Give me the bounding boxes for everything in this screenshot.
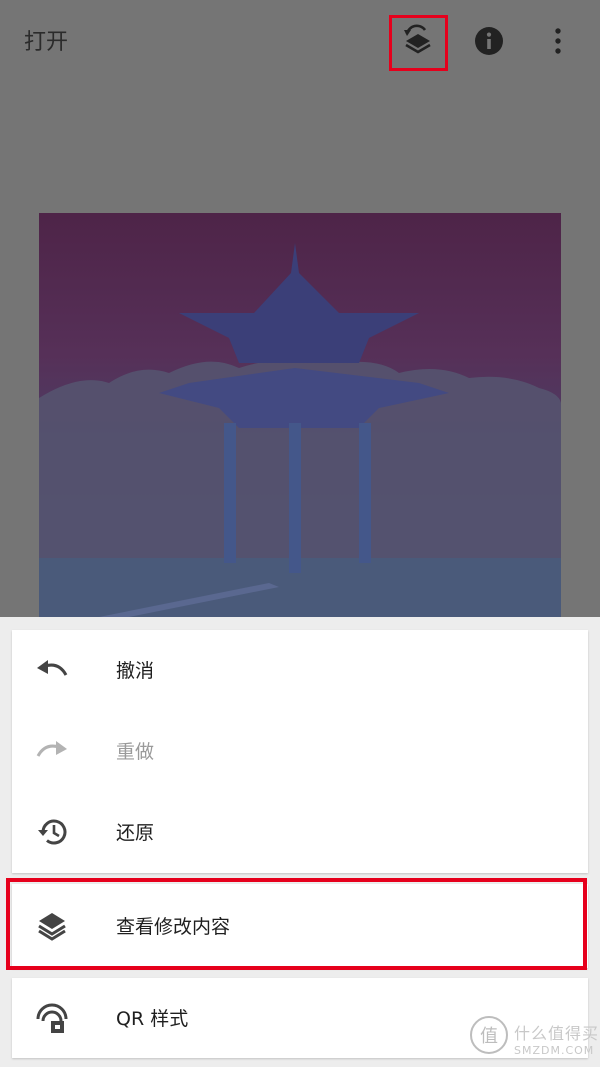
top-app-bar: 打开 (0, 0, 600, 82)
info-button[interactable] (464, 16, 514, 66)
revert-row[interactable]: 还原 (12, 792, 588, 872)
info-icon (475, 27, 503, 55)
undo-row[interactable]: 撤消 (12, 630, 588, 710)
watermark-logo-icon: 值 (470, 1016, 508, 1054)
pavilion-image (39, 243, 561, 617)
watermark-title: 什么值得买 (514, 1024, 600, 1043)
undo-icon (37, 660, 68, 676)
more-options-button[interactable] (533, 16, 583, 66)
edited-photo (39, 213, 561, 617)
qr-style-label: QR 样式 (116, 1008, 189, 1030)
highlight-box-toolbar (389, 15, 448, 71)
more-vert-icon (555, 28, 561, 54)
undo-label: 撤消 (116, 660, 155, 682)
redo-label: 重做 (116, 741, 155, 763)
open-button[interactable]: 打开 (24, 24, 68, 56)
revert-label: 还原 (116, 822, 155, 844)
watermark-subtitle: SMZDM.COM (514, 1044, 595, 1057)
history-icon (38, 819, 67, 845)
edit-actions-card: 撤消 重做 还原 (12, 630, 588, 873)
redo-row[interactable]: 重做 (12, 711, 588, 791)
highlight-box-view-changes (6, 878, 587, 970)
redo-icon (36, 741, 67, 757)
qr-style-icon (36, 1003, 68, 1033)
site-watermark: 值 什么值得买 SMZDM.COM (470, 1012, 598, 1062)
